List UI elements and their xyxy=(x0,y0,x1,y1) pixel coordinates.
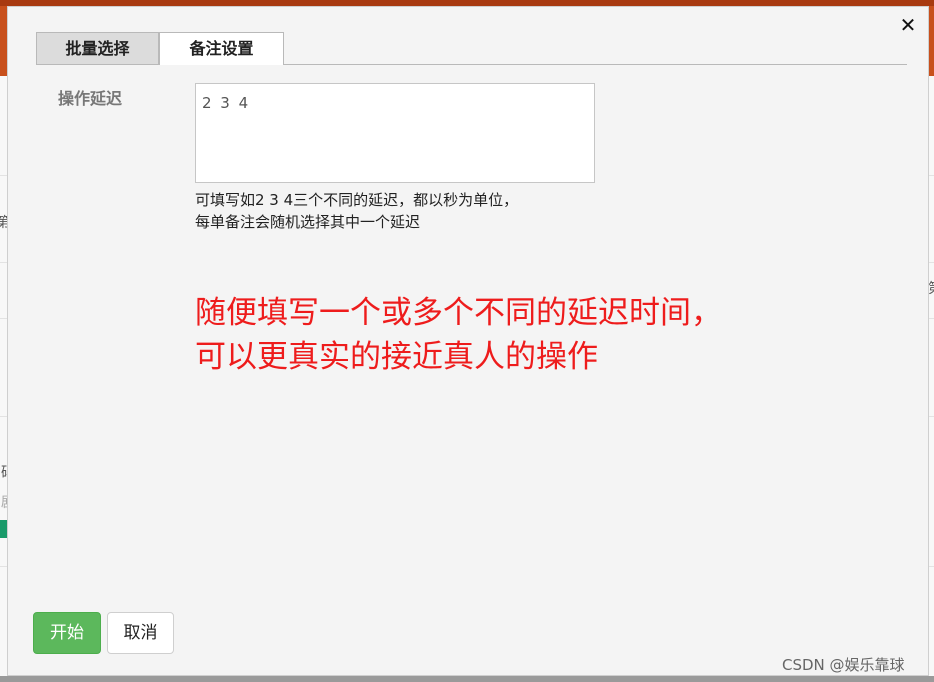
background-bottom-strip xyxy=(0,676,934,682)
delay-hint-line: 可填写如2 3 4三个不同的延迟，都以秒为单位， xyxy=(195,191,519,209)
annotation-line: 可以更真实的接近真人的操作 xyxy=(195,339,598,375)
tab-note-settings[interactable]: 备注设置 xyxy=(159,32,284,65)
red-annotation: 随便填写一个或多个不同的延迟时间， 可以更真实的接近真人的操作 xyxy=(195,291,722,379)
watermark: CSDN @娱乐靠球 xyxy=(782,656,905,674)
delay-label: 操作延迟 xyxy=(58,89,123,108)
delay-hint-line: 每单备注会随机选择其中一个延迟 xyxy=(195,213,421,231)
annotation-line: 随便填写一个或多个不同的延迟时间， xyxy=(195,295,722,331)
delay-input[interactable]: 2 3 4 xyxy=(195,83,595,183)
cancel-button[interactable]: 取消 xyxy=(107,612,174,654)
note-settings-dialog: ✕ 批量选择 备注设置 操作延迟 2 3 4 可填写如2 3 4三个不同的延迟，… xyxy=(7,6,929,676)
delay-hint: 可填写如2 3 4三个不同的延迟，都以秒为单位， 每单备注会随机选择其中一个延迟 xyxy=(195,189,518,233)
tab-batch-select[interactable]: 批量选择 xyxy=(36,32,159,64)
start-button[interactable]: 开始 xyxy=(33,612,101,654)
dialog-tabs: 批量选择 备注设置 xyxy=(36,32,907,65)
